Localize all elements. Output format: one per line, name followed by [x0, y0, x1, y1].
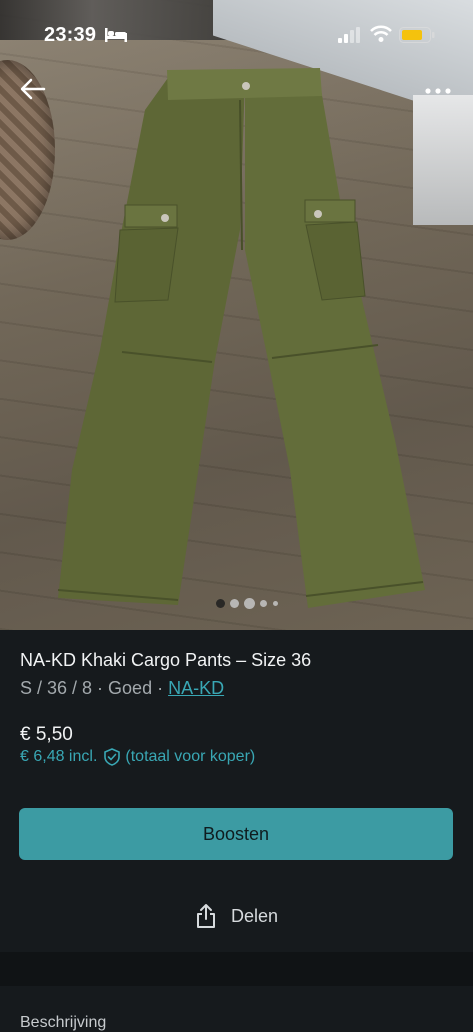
status-bar: 23:39	[0, 0, 473, 70]
listing-price: € 5,50	[20, 724, 73, 745]
pager-dot	[230, 599, 239, 608]
section-divider	[0, 952, 473, 986]
pager-dot	[273, 601, 278, 606]
more-horizontal-icon[interactable]	[424, 86, 452, 96]
product-photo[interactable]: 23:39	[0, 0, 473, 630]
listing-title: NA-KD Khaki Cargo Pants – Size 36	[20, 650, 312, 670]
share-icon	[196, 904, 215, 928]
pager-dot	[216, 599, 225, 608]
arrow-left-icon[interactable]	[20, 78, 46, 100]
description-heading: Beschrijving	[20, 1014, 107, 1031]
price-incl-label: € 6,48 incl.	[20, 748, 98, 765]
boost-button-label: Boosten	[202, 823, 270, 844]
battery-icon	[399, 27, 435, 43]
status-time: 23:39	[44, 24, 97, 46]
share-label: Delen	[230, 905, 279, 926]
cargo-pants-image	[57, 68, 425, 608]
buyer-total-label: (totaal voor koper)	[125, 748, 256, 765]
boost-button[interactable]: Boosten	[19, 808, 453, 860]
photo-pager[interactable]	[0, 598, 473, 610]
brand-link[interactable]: NA-KD	[168, 678, 224, 698]
signal-icon	[338, 27, 360, 43]
shield-check-icon	[104, 748, 121, 766]
share-button[interactable]: Delen	[0, 898, 473, 934]
bed-icon	[105, 28, 127, 42]
pager-dot	[244, 598, 255, 609]
buyer-protection-price[interactable]: € 6,48 incl. (totaal voor koper)	[20, 748, 255, 766]
wifi-icon	[370, 25, 392, 42]
listing-attributes: S / 36 / 8 · Goed ·	[20, 678, 169, 698]
pager-dot	[260, 600, 267, 607]
listing-meta: S / 36 / 8 · Goed · NA-KD	[20, 678, 224, 699]
